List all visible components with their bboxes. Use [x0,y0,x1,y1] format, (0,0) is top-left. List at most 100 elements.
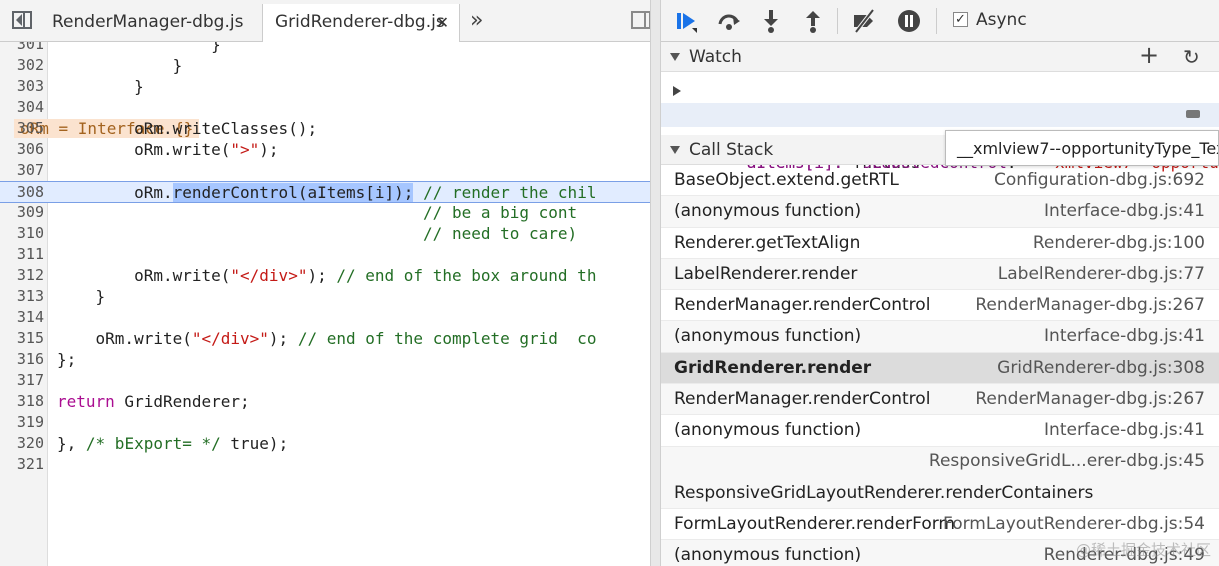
toggle-navigator-icon[interactable] [12,11,32,29]
code-line[interactable]: 318 return GridRenderer; [0,391,650,412]
watch-expression-row[interactable]: aItems[i]. sLabeledControl: " xmlview7--… [661,103,1219,172]
line-number[interactable]: 304 [0,97,44,118]
call-frame-location[interactable]: GridRenderer-dbg.js:308 [997,358,1205,378]
async-checkbox[interactable]: ✓ [953,12,968,27]
watch-expression-row[interactable]: aItems[i]: fnClass [661,79,1219,172]
line-number[interactable]: 313 [0,286,44,307]
line-number[interactable]: 314 [0,307,44,328]
code-line-current[interactable]: 308 oRm.renderControl(aItems[i]); // ren… [0,181,650,203]
code-line[interactable]: 304 [0,97,650,118]
call-frame[interactable]: (anonymous function) Interface-dbg.js:41 [661,321,1219,353]
line-number[interactable]: 311 [0,244,44,265]
more-tabs-icon[interactable]: » [470,8,483,33]
code-line[interactable]: 315 oRm.write("</div>"); // end of the c… [0,328,650,349]
call-frame-location[interactable]: Renderer-dbg.js:100 [1033,233,1205,253]
line-number[interactable]: 307 [0,160,44,181]
collapse-triangle-icon [670,53,680,61]
call-frame[interactable]: Renderer.getTextAlign Renderer-dbg.js:100 [661,228,1219,259]
code-line[interactable]: 301 } [0,42,650,55]
call-frame[interactable]: RenderManager.renderControl RenderManager… [661,290,1219,322]
line-number[interactable]: 317 [0,370,44,391]
expand-triangle-icon[interactable] [673,86,681,96]
line-number[interactable]: 320 [0,433,44,454]
call-frame-location[interactable]: FormLayoutRenderer-dbg.js:54 [943,514,1205,534]
deactivate-breakpoints-icon[interactable] [851,8,877,34]
tab-grid-renderer[interactable]: GridRenderer-dbg.js ✕ [262,4,460,42]
line-number[interactable]: 308 [0,182,44,203]
code-text: }, /* bExport= */ true); [57,434,289,453]
line-number[interactable]: 309 [0,202,44,223]
step-over-icon[interactable] [716,8,742,34]
line-number[interactable]: 319 [0,412,44,433]
call-frame-location[interactable]: RenderManager-dbg.js:267 [975,295,1205,315]
call-frame-location[interactable]: Configuration-dbg.js:692 [994,170,1205,190]
code-line[interactable]: 317 [0,370,650,391]
call-frame[interactable]: FormLayoutRenderer.renderForm FormLayoutR… [661,509,1219,540]
code-text: // be a big cont [423,203,578,222]
call-frame[interactable]: ResponsiveGridLayoutRenderer.renderConta… [661,446,1219,509]
code-line[interactable]: 320 }, /* bExport= */ true); [0,433,650,454]
call-frame-location[interactable]: Interface-dbg.js:41 [1044,326,1205,346]
tab-label: GridRenderer-dbg.js [275,12,445,32]
call-frame[interactable]: BaseObject.extend.getRTL Configuration-db… [661,165,1219,197]
code-line[interactable]: 303 } [0,76,650,97]
code-line[interactable]: 306 oRm.write(">"); [0,139,650,160]
call-frame-location[interactable]: Interface-dbg.js:41 [1044,201,1205,221]
line-number[interactable]: 303 [0,76,44,97]
call-frame-selected[interactable]: GridRenderer.render GridRenderer-dbg.js:3… [661,352,1219,385]
call-frame[interactable]: (anonymous function) Interface-dbg.js:41 [661,196,1219,228]
code-line[interactable]: 314 [0,307,650,328]
line-number[interactable]: 316 [0,349,44,370]
watch-section-header[interactable]: Watch + ↻ [661,40,1219,72]
code-area[interactable]: 301 } 302 } 303 } 304 305 oRm.writeClasses()… [0,42,650,566]
call-frame-location[interactable]: Interface-dbg.js:41 [1044,420,1205,440]
code-line[interactable]: 310 // need to care) [0,223,650,244]
code-line[interactable]: 312 oRm.write("</div>"); // end of the b… [0,265,650,286]
step-out-icon[interactable] [800,8,826,34]
line-number[interactable]: 302 [0,55,44,76]
call-frame[interactable]: (anonymous function) Interface-dbg.js:41 [661,415,1219,447]
code-text: } [57,287,106,306]
line-number[interactable]: 318 [0,391,44,412]
close-tab-icon[interactable]: ✕ [436,4,449,41]
code-line[interactable]: 302 } [0,55,650,76]
call-frame[interactable]: LabelRenderer.render LabelRenderer-dbg.js… [661,258,1219,291]
line-number[interactable]: 310 [0,223,44,244]
resume-icon[interactable] [673,8,699,34]
code-text: } [57,56,183,75]
code-line[interactable]: 319 [0,412,650,433]
call-frame-function: (anonymous function) [674,201,862,222]
call-frame-location[interactable]: Renderer-dbg.js:49 [1044,545,1205,565]
step-into-icon[interactable] [758,8,784,34]
remove-watch-icon[interactable] [1186,110,1200,118]
call-frame[interactable]: (anonymous function) Renderer-dbg.js:49 [661,539,1219,566]
line-number[interactable]: 301 [0,42,44,55]
code-text: } [57,77,144,96]
line-number[interactable]: 312 [0,265,44,286]
line-number[interactable]: 315 [0,328,44,349]
line-number[interactable]: 306 [0,139,44,160]
call-frame-function: GridRenderer.render [674,357,872,378]
code-line[interactable]: 305 oRm.writeClasses(); oRm = Interface {… [0,118,650,139]
code-text: return GridRenderer; [57,392,250,411]
add-watch-expression-icon[interactable]: + [1139,40,1159,70]
pane-splitter[interactable] [650,0,661,566]
code-line[interactable]: 313 } [0,286,650,307]
pause-on-exceptions-icon[interactable] [896,8,922,34]
refresh-icon[interactable]: ↻ [1183,42,1200,72]
toggle-debugger-icon[interactable] [631,11,651,29]
code-line[interactable]: 309 // be a big cont [0,202,650,223]
call-frame[interactable]: RenderManager.renderControl RenderManager… [661,384,1219,416]
code-line[interactable]: 316}; [0,349,650,370]
code-line[interactable]: 321 [0,454,650,475]
code-text: oRm.renderControl(aItems[i]); // render … [57,183,597,202]
call-frame-location[interactable]: ResponsiveGridL...erer-dbg.js:45 [929,451,1205,471]
line-number[interactable]: 321 [0,454,44,475]
call-frame-function: Renderer.getTextAlign [674,232,861,253]
line-number[interactable]: 305 [0,118,44,139]
code-line[interactable]: 307 [0,160,650,181]
tab-render-manager[interactable]: RenderManager-dbg.js [40,4,258,41]
call-frame-location[interactable]: LabelRenderer-dbg.js:77 [998,264,1205,284]
call-frame-location[interactable]: RenderManager-dbg.js:267 [975,389,1205,409]
code-line[interactable]: 311 [0,244,650,265]
